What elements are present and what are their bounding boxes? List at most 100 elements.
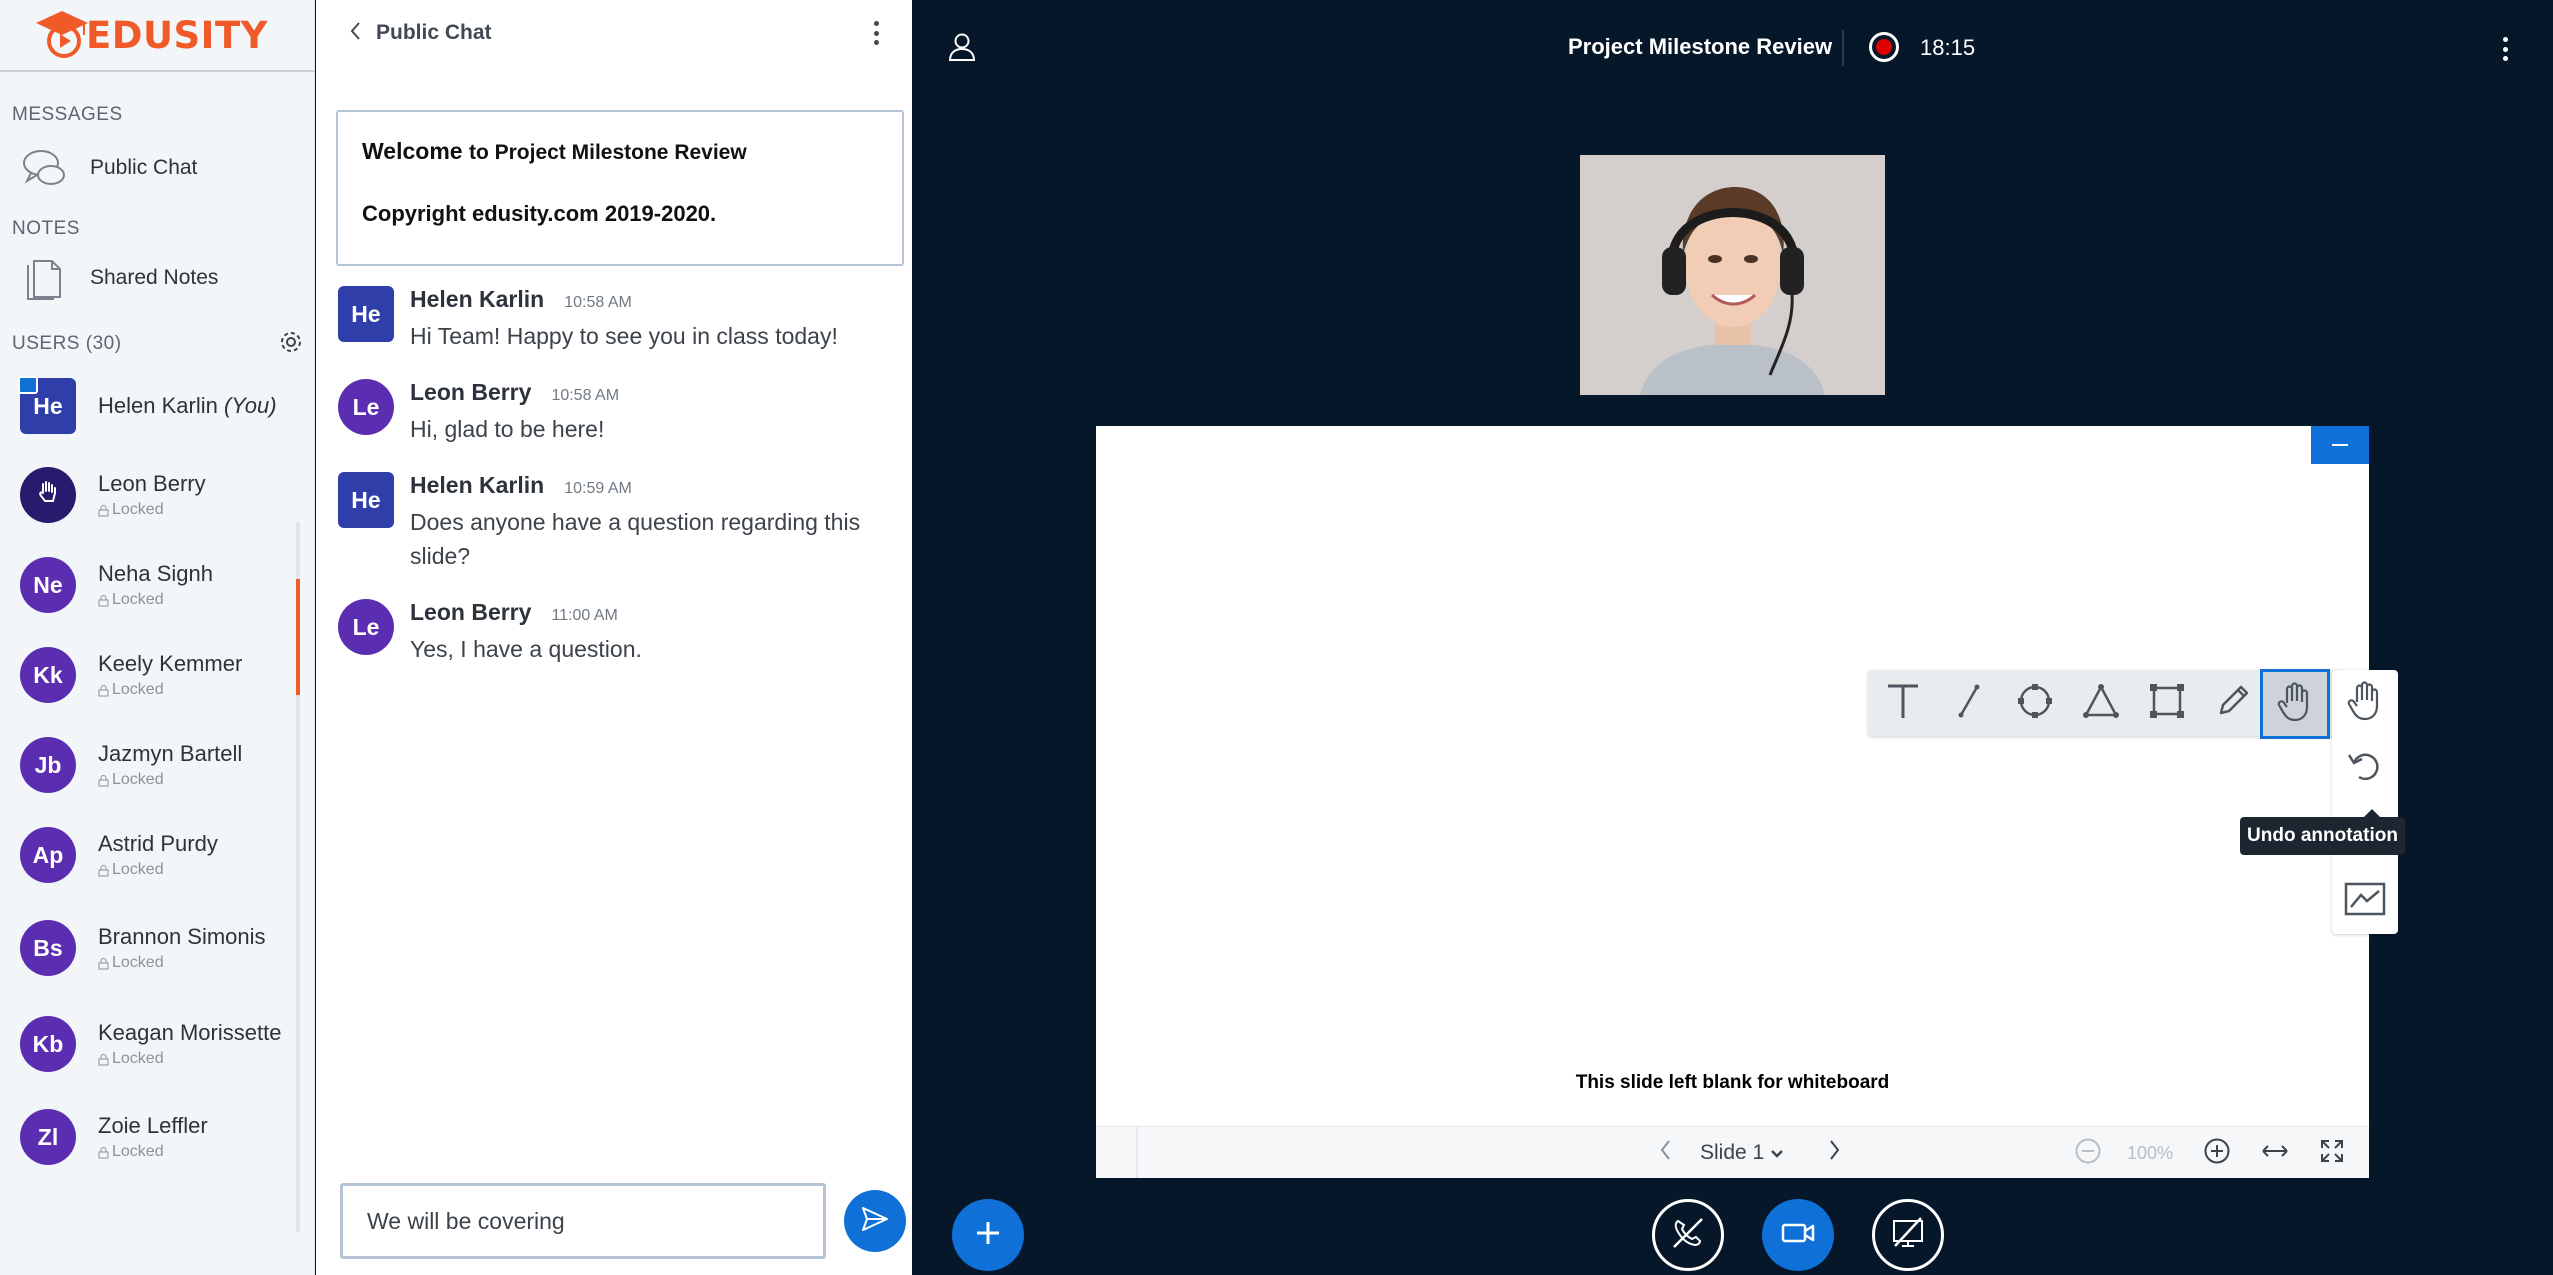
- rectangle-tool-button[interactable]: [2140, 676, 2194, 730]
- lock-icon: [98, 594, 109, 607]
- triangle-tool-button[interactable]: [2074, 676, 2128, 730]
- hand-icon: [2345, 680, 2385, 727]
- next-slide-button[interactable]: [1828, 1137, 1842, 1168]
- line-tool-button[interactable]: [1942, 676, 1996, 730]
- zoom-in-icon: [2203, 1137, 2231, 1170]
- text-tool-button[interactable]: [1876, 676, 1930, 730]
- ellipse-tool-icon: [2015, 681, 2055, 726]
- pencil-tool-button[interactable]: [2206, 676, 2260, 730]
- hand-tool-button[interactable]: [2260, 669, 2330, 739]
- settings-gear-icon[interactable]: [278, 329, 304, 360]
- chevron-down-icon: [1770, 1141, 1784, 1164]
- nav-shared-notes[interactable]: Shared Notes: [0, 242, 314, 314]
- hand-tool-toggle-button[interactable]: [2338, 676, 2392, 730]
- user-name: Keagan Morissette: [98, 1020, 282, 1045]
- undo-annotation-tooltip: Undo annotation: [2240, 809, 2405, 855]
- message-time: 11:00 AM: [551, 607, 618, 624]
- minimize-presentation-button[interactable]: [2311, 426, 2369, 464]
- user-list-item[interactable]: Zl Zoie Leffler Locked: [0, 1092, 314, 1182]
- avatar: Ne: [20, 557, 76, 613]
- webcam-person-image: [1580, 155, 1885, 395]
- fullscreen-button[interactable]: [2318, 1137, 2346, 1170]
- triangle-tool-icon: [2081, 681, 2121, 726]
- chat-back-button[interactable]: Public Chat: [348, 20, 492, 47]
- chat-message: Le Leon Berry 11:00 AM Yes, I have a ques…: [338, 599, 912, 666]
- presenter-icon: [18, 376, 38, 394]
- record-button[interactable]: [1869, 32, 1899, 62]
- message-author: Helen Karlin: [410, 472, 545, 498]
- meeting-title: Project Milestone Review: [1568, 34, 1833, 59]
- fit-width-button[interactable]: [2260, 1137, 2290, 1170]
- chat-message-input[interactable]: [340, 1183, 826, 1259]
- avatar: Jb: [20, 737, 76, 793]
- previous-slide-button[interactable]: [1658, 1137, 1672, 1168]
- zoom-in-button[interactable]: [2203, 1137, 2231, 1170]
- nav-shared-notes-label: Shared Notes: [90, 266, 219, 289]
- document-icon: [20, 254, 68, 302]
- leave-audio-button[interactable]: [1652, 1199, 1724, 1271]
- user-list-item[interactable]: Bs Brannon Simonis Locked: [0, 900, 314, 996]
- recording-timer: 18:15: [1920, 35, 1976, 60]
- user-status: Locked: [98, 501, 206, 519]
- lock-icon: [98, 1146, 109, 1159]
- message-time: 10:58 AM: [551, 387, 620, 404]
- chat-message: He Helen Karlin 10:58 AM Hi Team! Happy t…: [338, 286, 912, 353]
- nav-public-chat[interactable]: Public Chat: [0, 132, 314, 204]
- message-author: Leon Berry: [410, 599, 532, 625]
- user-list-item[interactable]: Jb Jazmyn Bartell Locked: [0, 720, 314, 810]
- send-icon: [860, 1205, 890, 1238]
- zoom-out-button[interactable]: [2074, 1137, 2102, 1170]
- presentation-slide[interactable]: This slide left blank for whiteboard Sli…: [1096, 426, 2369, 1178]
- annotation-tool-tray: [1868, 669, 2348, 739]
- user-list-item[interactable]: Leon Berry Locked: [0, 450, 314, 540]
- ellipse-tool-button[interactable]: [2008, 676, 2062, 730]
- lock-icon: [98, 1053, 109, 1066]
- send-message-button[interactable]: [844, 1190, 906, 1252]
- welcome-word: Welcome: [362, 138, 463, 164]
- presentation-toolbar: Slide 1 100%: [1096, 1126, 2369, 1178]
- user-status: Locked: [98, 1050, 281, 1068]
- chevron-right-icon: [1828, 1137, 1842, 1168]
- avatar: Le: [338, 379, 394, 435]
- user-list-item[interactable]: Kb Keagan Morissette Locked: [0, 996, 314, 1092]
- chat-options-kebab-icon[interactable]: [866, 18, 886, 48]
- message-text: Hi, glad to be here!: [410, 416, 605, 442]
- avatar: [20, 467, 76, 523]
- welcome-meeting: to Project Milestone Review: [468, 141, 747, 164]
- undo-annotation-button[interactable]: [2338, 742, 2392, 796]
- fullscreen-icon: [2318, 1137, 2346, 1170]
- fit-width-icon: [2260, 1137, 2290, 1170]
- raised-hand-icon: [36, 479, 60, 511]
- chevron-left-icon: [348, 20, 362, 47]
- user-list-item[interactable]: Ap Astrid Purdy Locked: [0, 810, 314, 900]
- slide-selector[interactable]: Slide 1: [1700, 1141, 1784, 1165]
- zoom-level: 100%: [2127, 1143, 2174, 1163]
- user-name: Neha Signh: [98, 561, 213, 586]
- zoom-out-icon: [2074, 1137, 2102, 1170]
- screen-share-button[interactable]: [1872, 1199, 1944, 1271]
- user-status: Locked: [98, 861, 218, 879]
- user-list-item[interactable]: He Helen Karlin (You): [0, 362, 314, 450]
- whiteboard-toggle-button[interactable]: [2338, 874, 2392, 928]
- chat-message: Le Leon Berry 10:58 AM Hi, glad to be her…: [338, 379, 912, 446]
- minus-icon: [2332, 444, 2348, 446]
- screen-share-off-icon: [1890, 1216, 1926, 1255]
- user-list-scroll-thumb[interactable]: [296, 579, 300, 695]
- actions-plus-button[interactable]: [952, 1199, 1024, 1271]
- user-name: Zoie Leffler: [98, 1113, 208, 1138]
- welcome-copyright: Copyright edusity.com 2019-2020.: [362, 201, 717, 226]
- user-list-toggle-button[interactable]: [948, 32, 976, 67]
- user-status: Locked: [98, 681, 242, 699]
- chat-message: He Helen Karlin 10:59 AM Does anyone have…: [338, 472, 912, 573]
- avatar: Ap: [20, 827, 76, 883]
- message-list: He Helen Karlin 10:58 AM Hi Team! Happy t…: [316, 266, 912, 666]
- webcam-video-tile[interactable]: [1580, 155, 1885, 395]
- user-list-item[interactable]: Kk Keely Kemmer Locked: [0, 630, 314, 720]
- message-time: 10:58 AM: [564, 294, 632, 311]
- phone-hangup-icon: [1670, 1215, 1706, 1256]
- avatar: Kb: [20, 1016, 76, 1072]
- meeting-options-kebab-icon[interactable]: [2495, 34, 2515, 64]
- video-button[interactable]: [1762, 1199, 1834, 1271]
- user-list-item[interactable]: Ne Neha Signh Locked: [0, 540, 314, 630]
- message-author: Leon Berry: [410, 379, 532, 405]
